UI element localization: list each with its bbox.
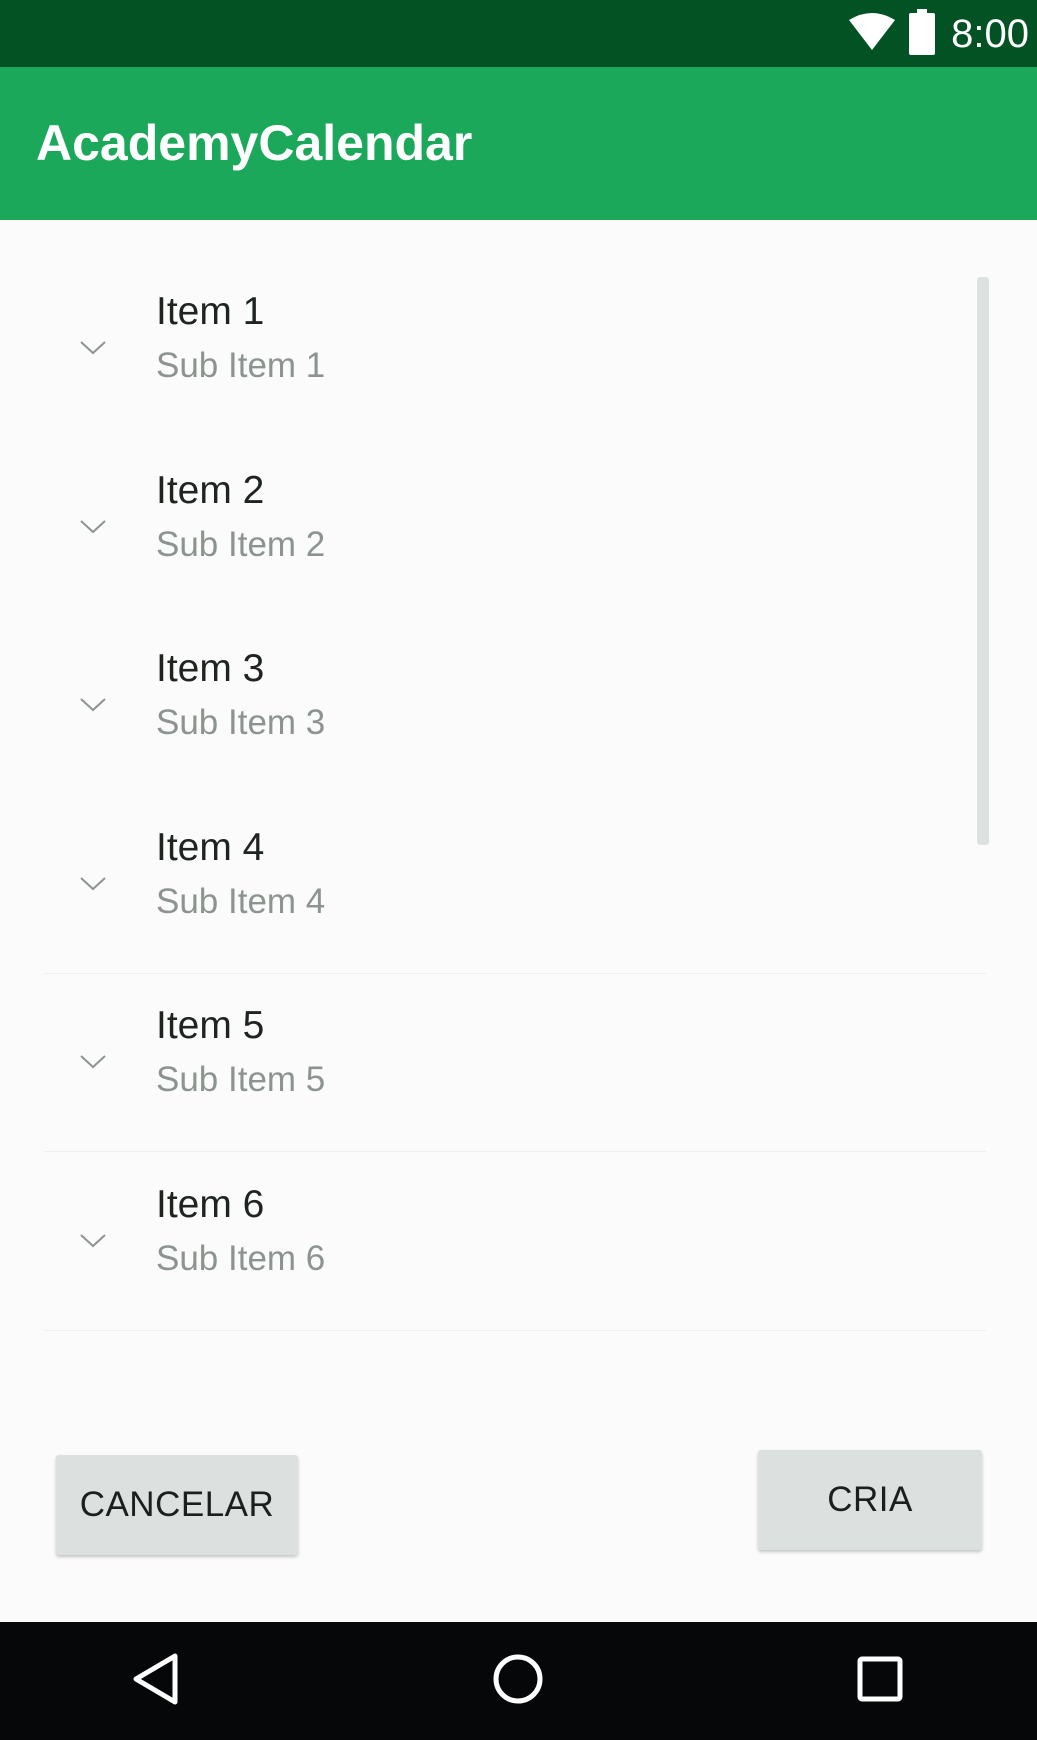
- home-icon: [492, 1653, 544, 1710]
- content-area: Item 1 Sub Item 1 Item 2 Sub Item 2 Item…: [0, 220, 1037, 1622]
- item-subtitle: Sub Item 1: [156, 346, 326, 385]
- app-bar: AcademyCalendar: [0, 67, 1037, 220]
- chevron-down-icon[interactable]: [80, 698, 106, 712]
- divider: [44, 1330, 986, 1331]
- navigation-bar: [0, 1622, 1037, 1740]
- divider: [44, 1151, 986, 1152]
- item-subtitle: Sub Item 5: [156, 1060, 326, 1099]
- recents-icon: [857, 1656, 903, 1707]
- back-icon: [131, 1653, 181, 1710]
- item-subtitle: Sub Item 3: [156, 703, 326, 742]
- back-button[interactable]: [96, 1622, 216, 1740]
- list-item[interactable]: Item 4 Sub Item 4: [44, 796, 986, 974]
- app-title: AcademyCalendar: [36, 115, 473, 171]
- chevron-down-icon[interactable]: [80, 1055, 106, 1069]
- list-item[interactable]: Item 1 Sub Item 1: [44, 260, 986, 438]
- item-title: Item 4: [156, 826, 265, 869]
- home-button[interactable]: [458, 1622, 578, 1740]
- wifi-icon: [847, 12, 897, 57]
- list-item[interactable]: Item 3 Sub Item 3: [44, 617, 986, 795]
- item-subtitle: Sub Item 4: [156, 882, 326, 921]
- list-item[interactable]: Item 2 Sub Item 2: [44, 439, 986, 617]
- status-time: 8:00: [951, 11, 1029, 56]
- status-bar: 8:00: [0, 0, 1037, 67]
- chevron-down-icon[interactable]: [80, 877, 106, 891]
- scrollbar[interactable]: [977, 277, 989, 845]
- recents-button[interactable]: [820, 1622, 940, 1740]
- item-title: Item 3: [156, 647, 265, 690]
- create-button[interactable]: CRIA: [758, 1450, 982, 1550]
- battery-icon: [907, 8, 937, 60]
- cancel-button[interactable]: CANCELAR: [56, 1455, 298, 1555]
- chevron-down-icon[interactable]: [80, 1234, 106, 1248]
- chevron-down-icon[interactable]: [80, 341, 106, 355]
- item-subtitle: Sub Item 2: [156, 525, 326, 564]
- status-icons: 8:00: [847, 8, 1029, 60]
- list-item[interactable]: Item 6 Sub Item 6: [44, 1153, 986, 1331]
- item-subtitle: Sub Item 6: [156, 1239, 326, 1278]
- item-title: Item 2: [156, 469, 265, 512]
- item-title: Item 6: [156, 1183, 265, 1226]
- list-item[interactable]: Item 5 Sub Item 5: [44, 974, 986, 1152]
- item-title: Item 1: [156, 290, 265, 333]
- item-title: Item 5: [156, 1004, 265, 1047]
- chevron-down-icon[interactable]: [80, 520, 106, 534]
